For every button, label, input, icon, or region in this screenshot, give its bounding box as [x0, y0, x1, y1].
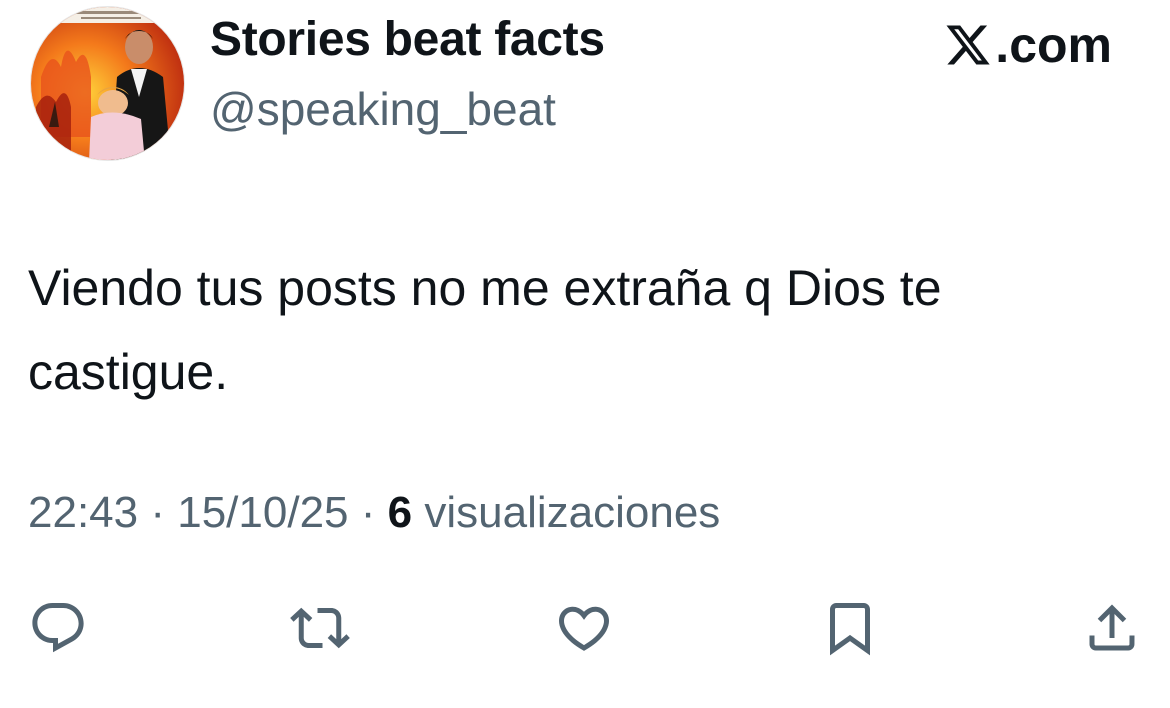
tweet-text-line: castigue. [28, 344, 229, 400]
share-icon [1089, 604, 1135, 651]
views-count: 6 [387, 488, 413, 537]
action-bar [0, 596, 1170, 660]
brand-label: .com [995, 17, 1112, 73]
x-logo-icon [946, 25, 990, 65]
tweet-meta: 22:43 · 15/10/25 · 6 visualizaciones [28, 488, 720, 538]
bookmark-icon [830, 603, 870, 656]
tweet-date[interactable]: 15/10/25 [177, 488, 348, 537]
views-label: visualizaciones [424, 488, 721, 537]
meta-separator: · [150, 488, 165, 537]
share-button[interactable] [1080, 596, 1144, 660]
tweet-text-line: Viendo tus posts no me extraña q Dios te [28, 260, 942, 316]
reply-button[interactable] [26, 596, 90, 660]
retweet-button[interactable] [288, 596, 352, 660]
retweet-icon [290, 607, 350, 649]
bookmark-button[interactable] [818, 596, 882, 660]
x-brand: .com [943, 16, 1112, 74]
like-button[interactable] [552, 596, 616, 660]
meta-separator: · [360, 488, 376, 537]
movie-poster-avatar [31, 7, 184, 160]
reply-icon [32, 603, 84, 653]
tweet-text: Viendo tus posts no me extraña q Dios te… [28, 246, 1138, 414]
author-display-name[interactable]: Stories beat facts [210, 12, 605, 67]
like-icon [558, 606, 610, 651]
avatar[interactable] [30, 6, 185, 161]
author-handle[interactable]: @speaking_beat [210, 82, 556, 136]
tweet-time[interactable]: 22:43 [28, 488, 138, 537]
